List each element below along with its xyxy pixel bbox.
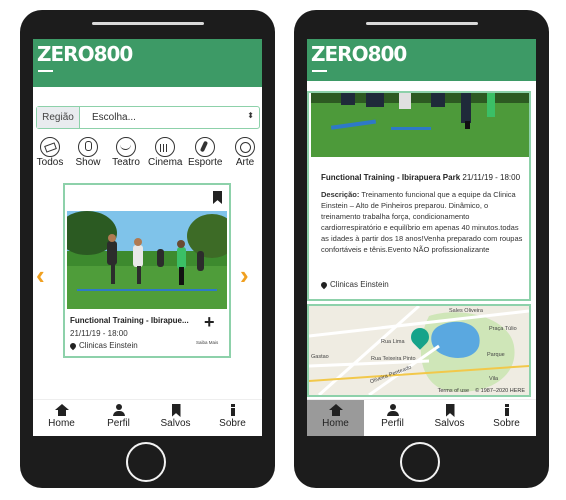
runner-icon <box>195 137 215 157</box>
event-card[interactable]: Functional Training - Ibirapue... 21/11/… <box>63 183 231 358</box>
app-header: ZERO800 <box>33 39 262 87</box>
carousel-next-arrow[interactable]: › <box>240 260 249 291</box>
event-date: 21/11/19 - 18:00 <box>70 329 128 338</box>
detail-title: Functional Training - Ibirapuera Park <box>321 173 461 182</box>
brand-logo[interactable]: ZERO800 <box>37 42 133 66</box>
nav-home[interactable]: Home <box>307 400 364 436</box>
nav-home[interactable]: Home <box>33 400 90 436</box>
nav-salvos[interactable]: Salvos <box>421 400 478 436</box>
carousel-prev-arrow[interactable]: ‹ <box>36 260 45 291</box>
nav-label: Salvos <box>434 418 465 429</box>
nav-sobre[interactable]: Sobre <box>478 400 535 436</box>
speaker <box>366 22 478 25</box>
nav-label: Home <box>322 418 349 429</box>
screen-detail: ZERO800 Functional Training - Ibirapuera… <box>307 39 536 436</box>
user-icon <box>386 404 400 416</box>
category-cinema[interactable]: Cinema <box>148 137 182 168</box>
category-label: Cinema <box>148 157 183 168</box>
event-photo <box>311 93 529 157</box>
category-label: Todos <box>36 157 64 168</box>
nav-label: Perfil <box>107 418 130 429</box>
nav-label: Sobre <box>219 418 246 429</box>
region-value[interactable]: Escolha... <box>92 107 136 128</box>
nav-perfil[interactable]: Perfil <box>90 400 147 436</box>
category-esporte[interactable]: Esporte <box>188 137 222 168</box>
nav-sobre[interactable]: Sobre <box>204 400 261 436</box>
detail-location: Clinicas Einstein <box>319 280 389 290</box>
phone-home-button[interactable] <box>126 442 166 482</box>
map-label: Sales Oliveira <box>449 308 483 314</box>
category-todos[interactable]: Todos <box>33 137 67 168</box>
phone-home-button[interactable] <box>400 442 440 482</box>
saiba-mais-label[interactable]: Saiba Mais <box>196 340 218 345</box>
logo-underline <box>312 70 327 72</box>
info-icon <box>500 404 514 416</box>
nav-label: Salvos <box>160 418 191 429</box>
phone-right: ZERO800 Functional Training - Ibirapuera… <box>294 10 549 488</box>
map-pin-icon <box>68 341 78 351</box>
map-label: Rua Teixeira Pinto <box>371 356 416 362</box>
event-title[interactable]: Functional Training - Ibirapue... <box>70 316 189 325</box>
bookmark-icon[interactable] <box>213 191 222 204</box>
nav-perfil[interactable]: Perfil <box>364 400 421 436</box>
description-text: Treinamento funcional que a equipe da Cl… <box>321 190 523 254</box>
map-terms-link[interactable]: Terms of use <box>438 388 469 394</box>
detail-description: Descrição: Treinamento funcional que a e… <box>321 189 526 255</box>
event-photo <box>67 211 227 309</box>
event-location: Clinicas Einstein <box>68 341 138 351</box>
category-show[interactable]: Show <box>71 137 105 168</box>
category-arte[interactable]: Arte <box>228 137 262 168</box>
map-copyright: © 1987–2020 HERE <box>475 388 525 394</box>
description-label: Descrição: <box>321 190 360 199</box>
category-label: Show <box>75 157 101 168</box>
phone-left: ZERO800 Região Escolha... ⬍ Todos Show T… <box>20 10 275 488</box>
region-select[interactable]: Região Escolha... ⬍ <box>36 106 260 129</box>
map-label: Parque <box>487 352 505 358</box>
bottom-nav: Home Perfil Salvos Sobre <box>307 399 536 436</box>
speaker <box>92 22 204 25</box>
nav-label: Sobre <box>493 418 520 429</box>
brand-logo[interactable]: ZERO800 <box>311 42 407 66</box>
popcorn-icon <box>155 137 175 157</box>
nav-label: Home <box>48 418 75 429</box>
map-label: Vila <box>489 376 499 382</box>
map-credits: Terms of use © 1987–2020 HERE <box>432 388 525 394</box>
event-detail-card: Functional Training - Ibirapuera Park 21… <box>307 91 531 301</box>
category-label: Esporte <box>188 157 223 168</box>
home-icon <box>328 404 343 416</box>
category-teatro[interactable]: Teatro <box>109 137 143 168</box>
detail-date: 21/11/19 - 18:00 <box>462 173 521 182</box>
map-label: Rua Lima <box>381 339 405 345</box>
tag-icon <box>40 137 60 157</box>
detail-heading: Functional Training - Ibirapuera Park 21… <box>321 173 520 182</box>
bookmark-icon <box>443 404 457 417</box>
event-map[interactable]: Rua Lima Rua Teixeira Pinto Oliveira Pen… <box>307 304 531 397</box>
event-location-text: Clinicas Einstein <box>79 341 138 350</box>
screen-home: ZERO800 Região Escolha... ⬍ Todos Show T… <box>33 39 262 436</box>
select-arrows-icon: ⬍ <box>247 111 254 120</box>
home-icon <box>54 404 69 416</box>
detail-location-text: Clinicas Einstein <box>330 280 389 289</box>
nav-label: Perfil <box>381 418 404 429</box>
palette-icon <box>235 137 255 157</box>
bottom-nav: Home Perfil Salvos Sobre <box>33 399 262 436</box>
region-label: Região <box>37 107 80 128</box>
microphone-icon <box>78 137 98 157</box>
app-header: ZERO800 <box>307 39 536 81</box>
logo-underline <box>38 70 53 72</box>
info-icon <box>226 404 240 416</box>
plus-icon[interactable]: + <box>204 312 215 333</box>
nav-salvos[interactable]: Salvos <box>147 400 204 436</box>
map-pin-icon <box>319 280 329 290</box>
bookmark-icon <box>169 404 183 417</box>
theater-masks-icon <box>116 137 136 157</box>
user-icon <box>112 404 126 416</box>
map-label: Gastao <box>311 354 329 360</box>
category-label: Teatro <box>112 157 140 168</box>
category-label: Arte <box>235 157 255 168</box>
map-label: Praça Túlio <box>489 326 517 332</box>
